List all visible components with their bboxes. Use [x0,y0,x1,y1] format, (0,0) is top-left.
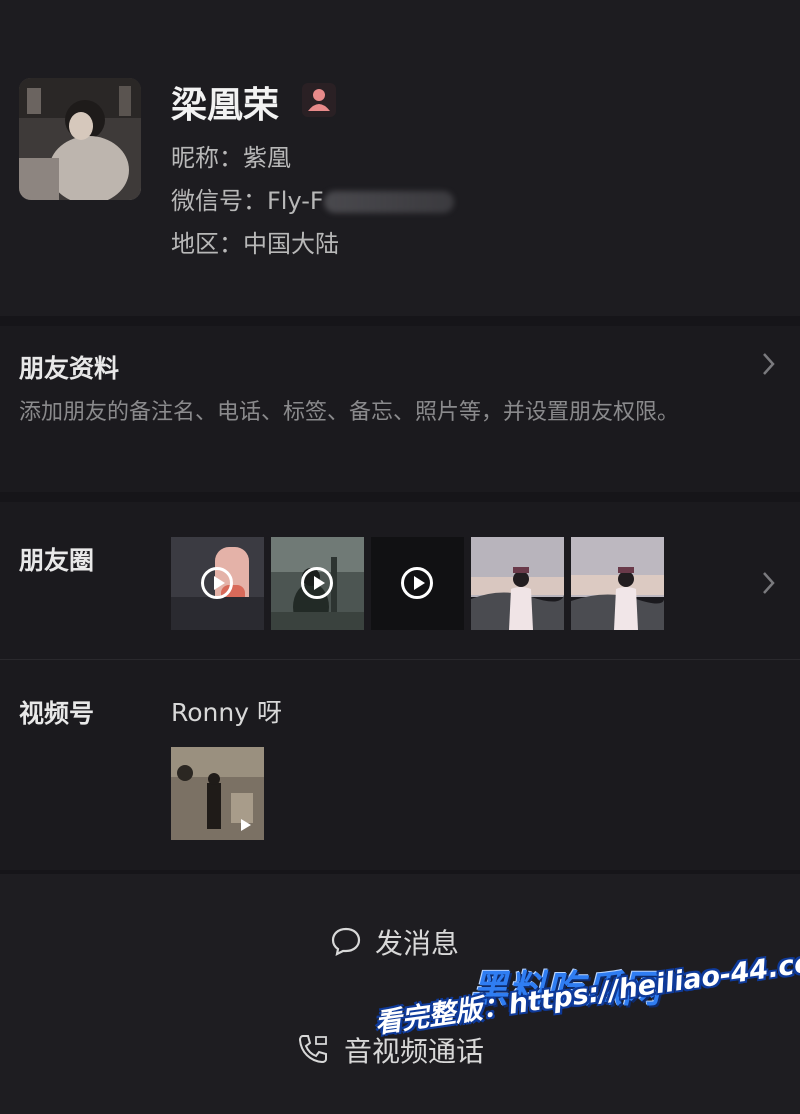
photo-thumbnail-image [471,537,564,630]
photo-thumbnail-image [571,537,664,630]
row-separator [0,659,800,660]
phone-call-icon [298,1035,327,1064]
channels-thumbnail[interactable] [171,747,264,840]
play-icon [301,567,333,599]
moments-thumbnail[interactable] [471,537,564,630]
channels-name: Ronny 呀 [171,698,282,727]
region: 地区：中国大陆 [171,230,339,258]
avatar[interactable] [19,78,141,200]
friend-info-description: 添加朋友的备注名、电话、标签、备忘、照片等，并设置朋友权限。 [19,400,680,425]
moments-thumbnail[interactable] [171,537,264,630]
profile-header: 梁凰荣 昵称：紫凰 微信号：Fly-F 地区：中国大陆 [0,0,800,316]
moments-title: 朋友圈 [19,546,95,575]
play-icon [201,567,233,599]
moments-thumbnail[interactable] [371,537,464,630]
redaction-blur [323,191,454,213]
channels-thumbnail-image [171,747,264,840]
moments-thumbnail[interactable] [271,537,364,630]
friend-info-title: 朋友资料 [19,354,120,383]
chevron-right-icon [763,572,775,594]
avatar-photo [19,78,141,200]
nickname: 昵称：紫凰 [171,144,291,172]
send-message-label: 发消息 [375,927,460,960]
wechat-id-row: 微信号：Fly-F [171,181,454,216]
play-icon [401,567,433,599]
moments-thumbnail[interactable] [571,537,664,630]
section-divider [0,316,800,326]
wechat-id: 微信号：Fly-F [171,187,324,215]
chat-bubble-icon [331,927,361,956]
chevron-right-icon [763,353,775,375]
person-female-icon [302,83,336,117]
watermark: 黑料吃瓜网 看完整版：https://heiliao-44.com [372,944,800,1108]
contact-name: 梁凰荣 [171,85,280,126]
section-divider [0,492,800,502]
channels-title: 视频号 [19,699,95,728]
